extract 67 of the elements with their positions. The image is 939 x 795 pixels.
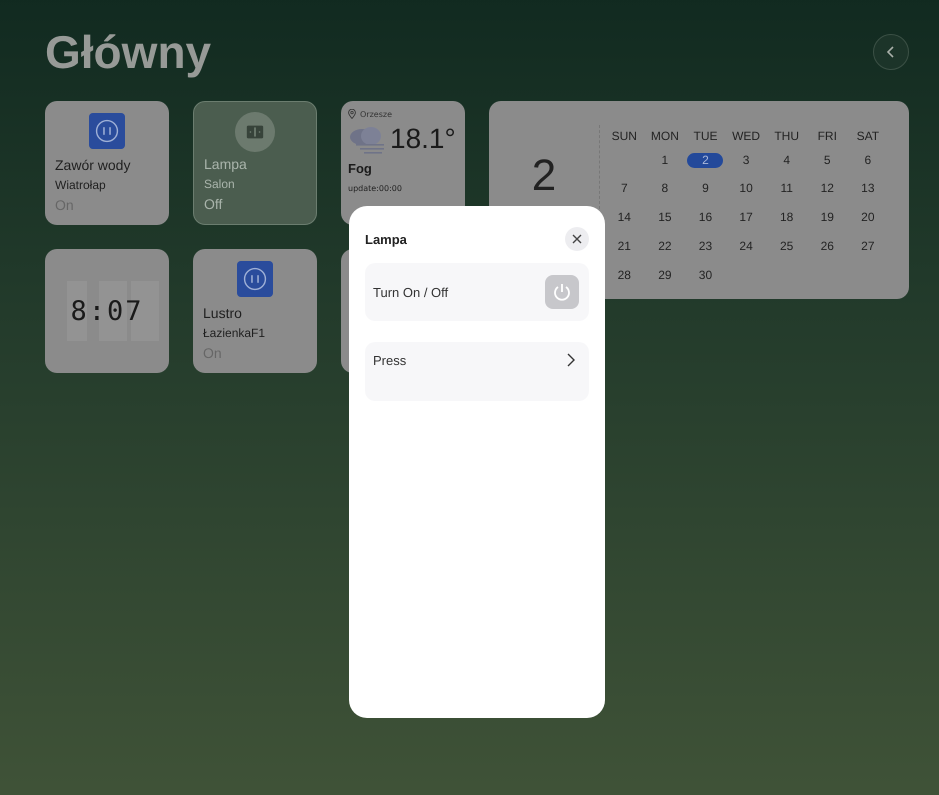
calendar-day[interactable]: 19 bbox=[809, 210, 846, 226]
press-row[interactable]: Press bbox=[365, 342, 589, 401]
calendar-day[interactable]: 26 bbox=[809, 239, 846, 254]
calendar-day[interactable]: 12 bbox=[809, 181, 846, 196]
location-pin-icon bbox=[348, 109, 356, 119]
fog-cloud-icon bbox=[348, 124, 386, 154]
calendar-day[interactable]: 2 bbox=[687, 152, 724, 168]
device-name: Lampa bbox=[204, 156, 247, 172]
row-label: Turn On / Off bbox=[373, 284, 448, 300]
calendar-day[interactable]: 29 bbox=[646, 268, 683, 283]
calendar-day[interactable]: 18 bbox=[768, 210, 805, 226]
weekday-label: SAT bbox=[856, 130, 880, 142]
device-room: Wiatrołap bbox=[55, 178, 106, 192]
calendar-day[interactable]: 27 bbox=[850, 239, 886, 254]
power-icon bbox=[552, 282, 572, 302]
chevron-right-icon bbox=[567, 353, 575, 367]
calendar-day[interactable]: 6 bbox=[850, 152, 886, 168]
calendar-day[interactable]: 16 bbox=[687, 210, 724, 226]
calendar-day[interactable]: 4 bbox=[768, 152, 805, 168]
weather-condition: Fog bbox=[348, 161, 373, 176]
calendar-day[interactable]: 9 bbox=[687, 181, 724, 196]
weekday-label: SUN bbox=[612, 130, 637, 142]
clock-time: 8:07 bbox=[70, 296, 144, 326]
calendar-day[interactable]: 13 bbox=[850, 181, 886, 196]
calendar-day[interactable]: 1 bbox=[646, 152, 683, 168]
calendar-day[interactable]: 24 bbox=[728, 239, 764, 254]
location-label: Orzesze bbox=[360, 110, 392, 118]
device-status: Off bbox=[204, 196, 222, 212]
calendar-day[interactable]: 23 bbox=[687, 239, 724, 254]
temperature: 18.1° bbox=[390, 123, 456, 155]
switch-icon bbox=[233, 112, 277, 152]
weekday-label: THU bbox=[774, 130, 799, 142]
calendar-day[interactable]: 30 bbox=[687, 268, 724, 283]
calendar-day[interactable]: 14 bbox=[606, 210, 642, 226]
page-title: Główny bbox=[45, 25, 212, 80]
calendar-day[interactable]: 17 bbox=[728, 210, 764, 226]
dialog-title: Lampa bbox=[365, 232, 407, 246]
weekday-label: WED bbox=[732, 130, 760, 142]
weekday-label: FRI bbox=[818, 130, 837, 142]
device-room: Salon bbox=[204, 177, 235, 191]
calendar-day[interactable]: 11 bbox=[768, 181, 805, 196]
socket-icon bbox=[88, 113, 126, 149]
device-name: Zawór wody bbox=[55, 157, 130, 173]
calendar-day[interactable]: 5 bbox=[809, 152, 846, 168]
calendar-day[interactable]: 20 bbox=[850, 210, 886, 226]
calendar-day[interactable]: 3 bbox=[728, 152, 764, 168]
socket-icon bbox=[236, 261, 274, 297]
weekday-label: MON bbox=[650, 130, 679, 142]
close-icon bbox=[572, 234, 582, 244]
back-button[interactable] bbox=[873, 34, 909, 70]
calendar-day[interactable]: 28 bbox=[606, 268, 642, 283]
calendar-day[interactable]: 7 bbox=[606, 181, 642, 196]
device-room: ŁazienkaF1 bbox=[203, 326, 266, 340]
device-card[interactable]: Lampa Salon Off bbox=[193, 101, 317, 225]
calendar-day[interactable]: 25 bbox=[768, 239, 805, 254]
calendar-day[interactable]: 15 bbox=[646, 210, 683, 226]
device-name: Lustro bbox=[203, 305, 242, 321]
weekday-label: TUE bbox=[693, 130, 718, 142]
calendar-day[interactable]: 10 bbox=[728, 181, 764, 196]
update-time: update:00:00 bbox=[348, 184, 403, 193]
power-button[interactable] bbox=[545, 275, 579, 309]
close-button[interactable] bbox=[565, 227, 589, 251]
current-day: 2 bbox=[489, 146, 599, 206]
row-label: Press bbox=[373, 353, 406, 368]
calendar-day[interactable]: 8 bbox=[646, 181, 683, 196]
calendar-day[interactable]: 21 bbox=[606, 239, 642, 254]
calendar-day[interactable]: 22 bbox=[646, 239, 683, 254]
